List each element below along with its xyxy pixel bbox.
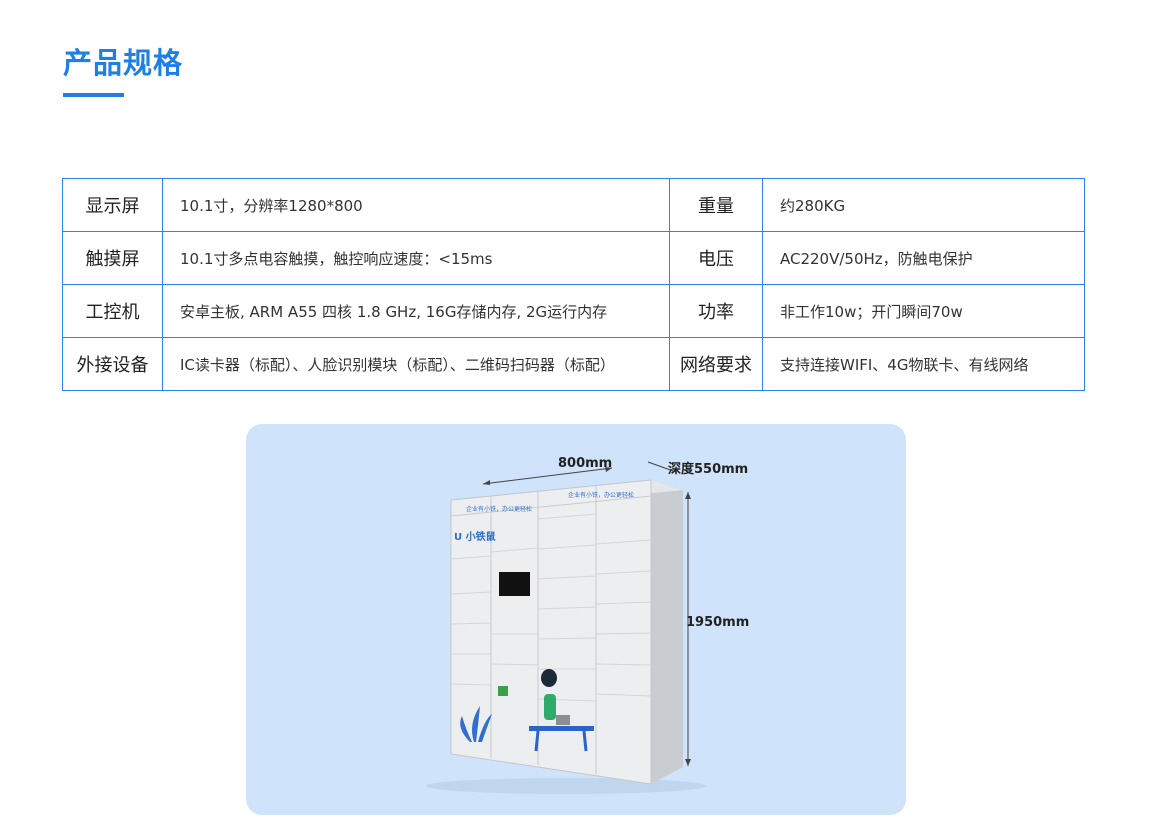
height-dimension: 1950mm (686, 615, 750, 630)
table-row: 显示屏 10.1寸，分辨率1280*800 重量 约280KG (62, 178, 1085, 232)
spec-label: 外接设备 (62, 337, 163, 391)
spec-label: 工控机 (62, 284, 163, 338)
brand-logo: U 小铁鼠 (454, 528, 496, 543)
table-row: 工控机 安卓主板, ARM A55 四核 1.8 GHz, 16G存储内存, 2… (62, 284, 1085, 338)
spec-value: 10.1寸多点电容触摸，触控响应速度：<15ms (162, 231, 670, 285)
spec-value: 约280KG (762, 178, 1085, 232)
spec-label: 电压 (669, 231, 763, 285)
spec-label: 网络要求 (669, 337, 763, 391)
cabinet-slogan-left: 企业有小铁，办公更轻松 (466, 506, 533, 513)
spec-value: AC220V/50Hz，防触电保护 (762, 231, 1085, 285)
spec-value: IC读卡器（标配）、人脸识别模块（标配）、二维码扫码器（标配） (162, 337, 670, 391)
spec-value: 非工作10w；开门瞬间70w (762, 284, 1085, 338)
spec-label: 触摸屏 (62, 231, 163, 285)
spec-table: 显示屏 10.1寸，分辨率1280*800 重量 约280KG 触摸屏 10.1… (62, 178, 1085, 391)
spec-label: 重量 (669, 178, 763, 232)
spec-value: 安卓主板, ARM A55 四核 1.8 GHz, 16G存储内存, 2G运行内… (162, 284, 670, 338)
depth-dimension: 深度550mm (668, 462, 749, 477)
page-title: 产品规格 (63, 46, 184, 80)
brand-logo-icon: U (454, 532, 463, 543)
brand-logo-text: 小铁鼠 (465, 532, 496, 543)
product-figure: 800mm 深度550mm 1950mm 企业有小铁，办公更轻松 企业有小铁，办… (246, 424, 906, 815)
cabinet-slogan-right: 企业有小铁，办公更轻松 (568, 492, 635, 499)
spec-label: 显示屏 (62, 178, 163, 232)
locker-illustration (426, 461, 706, 794)
width-dimension: 800mm (558, 456, 613, 471)
title-underline (63, 93, 124, 97)
spec-value: 10.1寸，分辨率1280*800 (162, 178, 670, 232)
spec-value: 支持连接WIFI、4G物联卡、有线网络 (762, 337, 1085, 391)
screen (499, 572, 530, 596)
spec-label: 功率 (669, 284, 763, 338)
table-row: 触摸屏 10.1寸多点电容触摸，触控响应速度：<15ms 电压 AC220V/5… (62, 231, 1085, 285)
table-row: 外接设备 IC读卡器（标配）、人脸识别模块（标配）、二维码扫码器（标配） 网络要… (62, 337, 1085, 391)
